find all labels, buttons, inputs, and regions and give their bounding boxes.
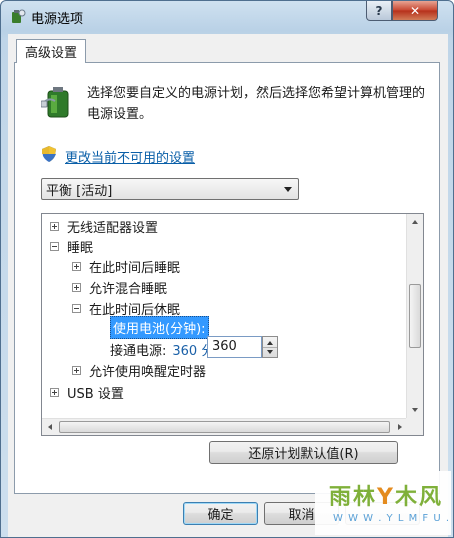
expand-icon[interactable]: [50, 221, 59, 231]
watermark-title-left: 雨林: [329, 485, 378, 510]
expand-icon[interactable]: [72, 282, 81, 292]
on-battery-setting[interactable]: 使用电池(分钟):: [110, 315, 209, 339]
tab-advanced-settings[interactable]: 高级设置: [16, 39, 87, 63]
plugged-in-label: 接通电源:: [110, 343, 167, 359]
intro-text: 选择您要自定义的电源计划，然后选择您希望计算机管理的电源设置。: [87, 86, 426, 122]
power-plan-dropdown[interactable]: 平衡 [活动]: [41, 178, 299, 200]
expand-icon[interactable]: [72, 261, 81, 271]
tab-panel: 选择您要自定义的电源计划，然后选择您希望计算机管理的电源设置。 更改当前不可用的…: [14, 62, 440, 494]
stepper-down-icon[interactable]: [267, 350, 273, 354]
ok-button[interactable]: 确定: [183, 502, 258, 525]
tree-item-wake-timers[interactable]: 允许使用唤醒定时器: [72, 360, 206, 380]
horizontal-scrollbar[interactable]: [42, 418, 408, 435]
tree-item-label: USB 设置: [67, 386, 124, 402]
tree-item-label: 睡眠: [67, 240, 94, 256]
battery-minutes-stepper[interactable]: [262, 336, 278, 358]
tree-item-label: 无线适配器设置: [67, 220, 159, 236]
expand-icon[interactable]: [50, 387, 59, 397]
watermark-title-right: 木风: [394, 485, 443, 510]
expand-icon[interactable]: [72, 365, 81, 375]
chevron-down-icon: [284, 187, 292, 192]
stepper-divider: [263, 347, 277, 348]
watermark-url: W W W . Y L M F U . C O M: [333, 513, 453, 524]
uac-shield-icon: [42, 146, 56, 162]
power-options-window: 电源选项 ? ✕ 高级设置 选择您要自定义的电源计划，然后选择您希望计算机管理的…: [0, 0, 454, 538]
tree-item-wireless-adapter[interactable]: 无线适配器设置: [50, 216, 158, 236]
title-bar[interactable]: 电源选项 ? ✕: [1, 1, 453, 31]
battery-plan-icon: [41, 87, 69, 118]
scroll-up-arrow-icon[interactable]: [412, 220, 418, 224]
collapse-icon[interactable]: [50, 241, 59, 251]
tree-item-hybrid-sleep[interactable]: 允许混合睡眠: [72, 277, 167, 297]
horizontal-scroll-thumb[interactable]: [59, 421, 390, 433]
tree-item-label: 允许混合睡眠: [89, 281, 168, 297]
power-options-icon: [12, 9, 26, 23]
tree-item-usb-settings[interactable]: USB 设置: [50, 382, 124, 402]
advanced-settings-tree[interactable]: 无线适配器设置 睡眠 在此时间后睡眠 允许混合睡眠 在此时间后休眠 使用电池(分…: [41, 213, 424, 436]
scroll-right-arrow-icon[interactable]: [398, 424, 402, 430]
dialog-client-area: 高级设置 选择您要自定义的电源计划，然后选择您希望计算机管理的电源设置。 更改当…: [8, 34, 448, 537]
vertical-scrollbar[interactable]: [406, 214, 423, 418]
watermark-title: 雨林Y木风: [329, 479, 443, 511]
site-watermark: 雨林Y木风 W W W . Y L M F U . C O M: [315, 471, 453, 535]
collapse-icon[interactable]: [72, 303, 81, 313]
on-battery-label: 使用电池(分钟):: [110, 315, 209, 339]
tree-item-sleep-after[interactable]: 在此时间后睡眠: [72, 256, 180, 276]
power-plan-value: 平衡 [活动]: [46, 183, 113, 199]
vertical-scroll-thumb[interactable]: [409, 284, 421, 348]
scrollbar-corner: [406, 418, 423, 435]
tree-item-sleep[interactable]: 睡眠: [50, 236, 93, 256]
tree-item-label: 允许使用唤醒定时器: [89, 364, 207, 380]
scroll-left-arrow-icon[interactable]: [48, 424, 52, 430]
change-unavailable-settings-link[interactable]: 更改当前不可用的设置: [65, 147, 195, 166]
scroll-down-arrow-icon[interactable]: [412, 408, 418, 412]
tree-item-label: 在此时间后睡眠: [89, 260, 181, 276]
battery-minutes-input[interactable]: 360: [207, 336, 262, 358]
close-button[interactable]: ✕: [392, 1, 438, 21]
window-title: 电源选项: [31, 12, 84, 27]
watermark-title-mid: Y: [377, 485, 395, 510]
help-button[interactable]: ?: [366, 1, 392, 21]
restore-defaults-button[interactable]: 还原计划默认值(R): [209, 441, 398, 464]
stepper-up-icon[interactable]: [267, 341, 273, 345]
